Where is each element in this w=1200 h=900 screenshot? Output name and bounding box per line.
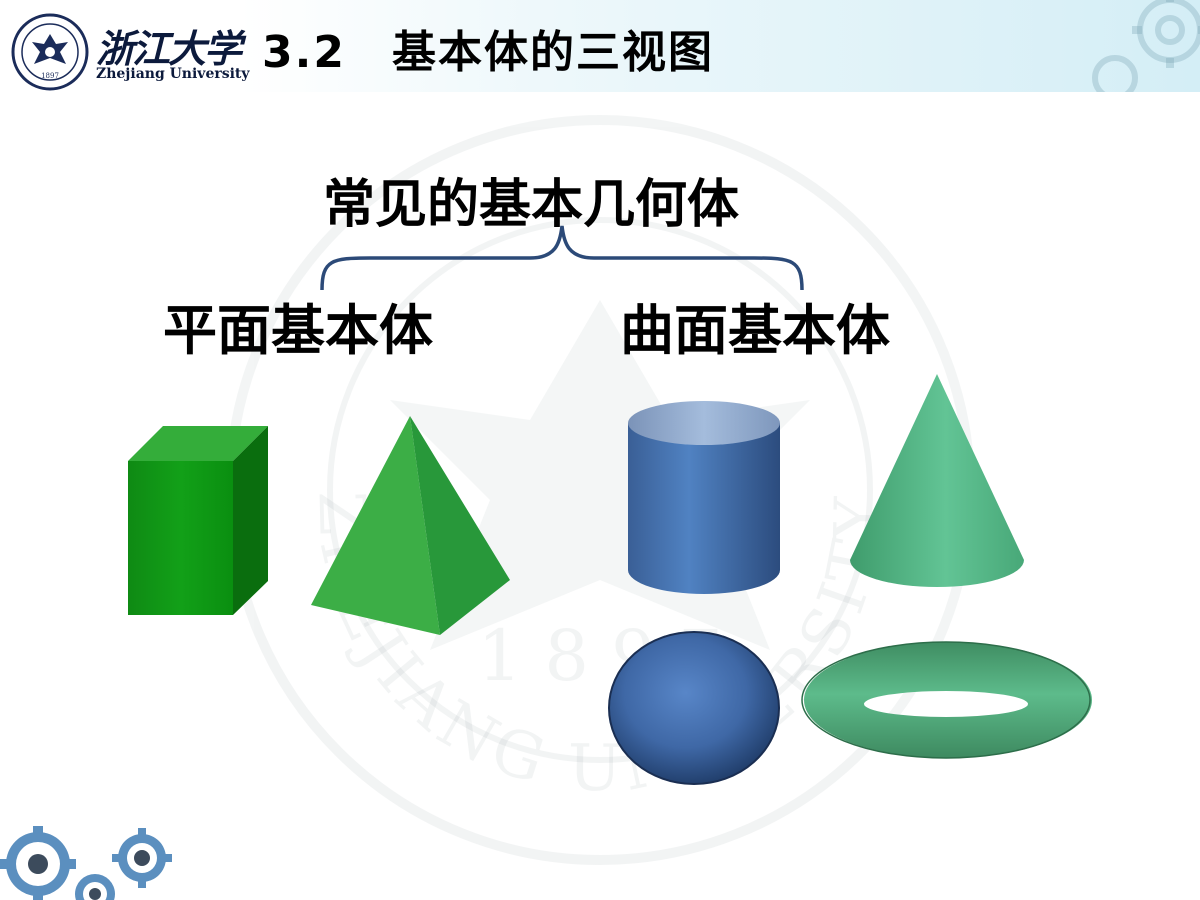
slide: 1897 浙江大学 Zhejiang University 3.2 基本体的三视… (0, 0, 1200, 900)
torus-shape (801, 641, 1092, 759)
pyramid-shape (311, 416, 510, 635)
sphere-shape (608, 631, 780, 785)
curved-solids-label: 曲面基本体 (620, 299, 890, 362)
university-emblem-icon: 1897 (11, 13, 89, 91)
slide-title: 3.2 基本体的三视图 (262, 27, 714, 78)
svg-text:1897: 1897 (41, 72, 59, 80)
university-name-english: Zhejiang University (96, 66, 250, 82)
cylinder-shape (628, 401, 780, 594)
planar-solids-label: 平面基本体 (163, 299, 433, 362)
curly-brace (320, 225, 804, 291)
rectangular-prism-shape (128, 426, 268, 615)
university-name-chinese: 浙江大学 (96, 26, 242, 71)
gears-decoration-icon (0, 826, 172, 900)
cone-shape (850, 374, 1024, 587)
gear-decoration-icon (1092, 0, 1200, 92)
